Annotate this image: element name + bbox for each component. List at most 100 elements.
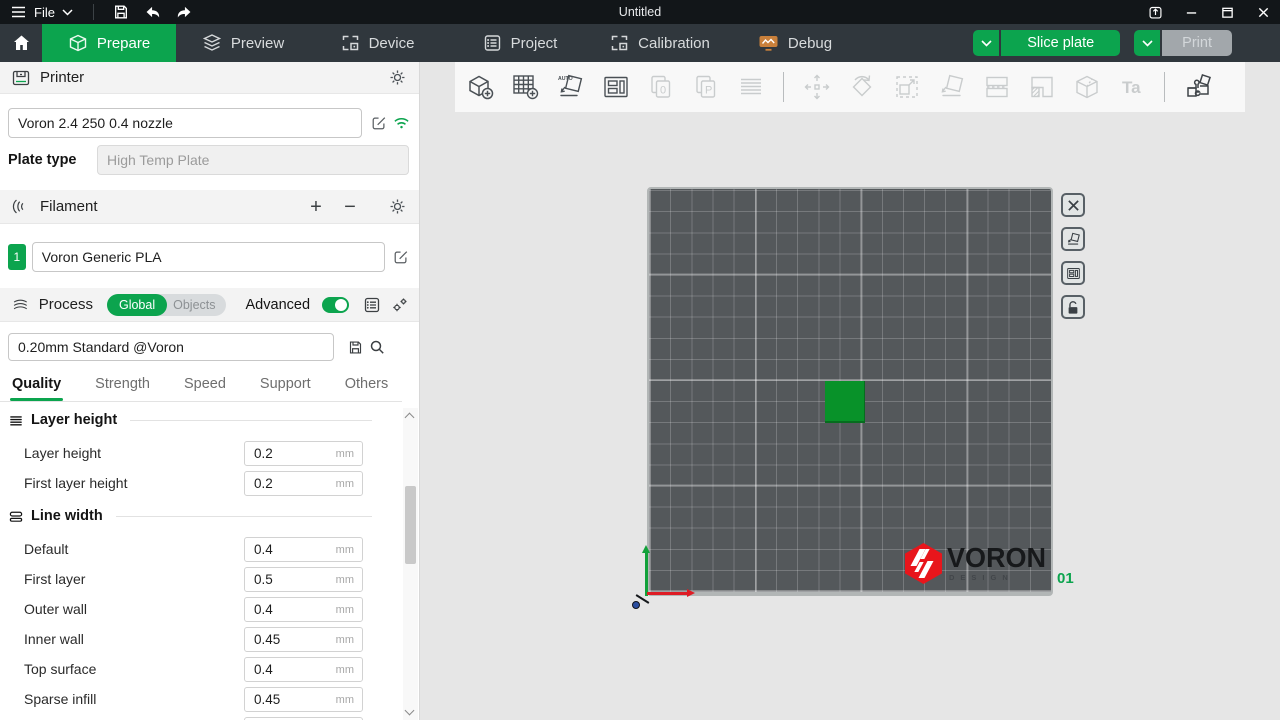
print-button[interactable]: Print bbox=[1162, 30, 1232, 56]
advanced-toggle[interactable] bbox=[322, 297, 349, 313]
redo-button[interactable] bbox=[174, 1, 196, 23]
process-tabs: Quality Strength Speed Support Others bbox=[0, 370, 402, 402]
build-plate[interactable]: VORON DESIGN bbox=[647, 187, 1053, 596]
upload-button[interactable] bbox=[1144, 1, 1166, 23]
add-model-icon bbox=[466, 72, 496, 102]
scroll-down-arrow[interactable] bbox=[405, 706, 415, 716]
printer-section-header: Printer bbox=[0, 62, 420, 94]
process-tab-others[interactable]: Others bbox=[345, 376, 389, 401]
add-model-button[interactable] bbox=[464, 71, 497, 104]
tab-debug[interactable]: Debug bbox=[735, 24, 855, 62]
add-plate-button[interactable] bbox=[509, 71, 542, 104]
tab-prepare[interactable]: Prepare bbox=[42, 24, 176, 62]
printer-connection-button[interactable] bbox=[390, 112, 412, 134]
save-preset-button[interactable] bbox=[344, 336, 366, 358]
printer-settings-button[interactable] bbox=[386, 67, 408, 89]
3d-viewport[interactable]: AUTO 0 P bbox=[421, 62, 1280, 720]
file-menu-button[interactable]: File bbox=[8, 0, 77, 24]
auto-orient-icon: AUTO bbox=[556, 72, 586, 102]
process-settings-button[interactable] bbox=[392, 294, 408, 316]
edit-printer-button[interactable] bbox=[368, 112, 390, 134]
gear-icon bbox=[389, 69, 406, 86]
calibration-icon bbox=[610, 34, 629, 52]
printer-preset-select[interactable]: Voron 2.4 250 0.4 nozzle bbox=[8, 108, 362, 138]
paste-button[interactable]: P bbox=[689, 71, 722, 104]
copy-button[interactable]: 0 bbox=[644, 71, 677, 104]
scroll-up-arrow[interactable] bbox=[405, 413, 415, 423]
plate-type-label: Plate type bbox=[8, 152, 77, 168]
tab-debug-label: Debug bbox=[788, 35, 832, 52]
scrollbar-thumb[interactable] bbox=[405, 486, 416, 564]
line-width-sparse-infill-input[interactable]: 0.45 mm bbox=[244, 687, 363, 712]
delete-plate-button[interactable] bbox=[1061, 193, 1085, 217]
split-to-objects-button[interactable] bbox=[980, 71, 1013, 104]
filament-preset-select[interactable]: Voron Generic PLA bbox=[32, 242, 386, 272]
scope-global-option[interactable]: Global bbox=[107, 294, 167, 316]
close-button[interactable] bbox=[1252, 1, 1274, 23]
param-row: First layer height 0.2 mm bbox=[0, 471, 402, 497]
plate-type-select[interactable]: High Temp Plate bbox=[97, 145, 409, 175]
arrange-plate-button[interactable] bbox=[1061, 261, 1085, 285]
process-tab-support[interactable]: Support bbox=[260, 376, 311, 401]
arrange-plate-icon bbox=[1066, 266, 1081, 281]
process-tab-quality[interactable]: Quality bbox=[12, 376, 61, 401]
process-preset-select[interactable]: 0.20mm Standard @Voron bbox=[8, 333, 334, 361]
scope-objects-option[interactable]: Objects bbox=[167, 298, 225, 312]
undo-button[interactable] bbox=[142, 1, 164, 23]
layer-height-input[interactable]: 0.2 mm bbox=[244, 441, 363, 466]
slice-options-dropdown[interactable] bbox=[973, 30, 999, 56]
lay-flat-button[interactable] bbox=[935, 71, 968, 104]
line-width-default-input[interactable]: 0.4 mm bbox=[244, 537, 363, 562]
filament-settings-button[interactable] bbox=[386, 196, 408, 218]
text-tool-button[interactable]: Ta bbox=[1115, 71, 1148, 104]
auto-orient-plate-button[interactable] bbox=[1061, 227, 1085, 251]
sidebar: Printer Voron 2.4 250 0.4 nozzle Plate t… bbox=[0, 62, 420, 720]
line-width-inner-wall-input[interactable]: 0.45 mm bbox=[244, 627, 363, 652]
auto-orient-button[interactable]: AUTO bbox=[554, 71, 587, 104]
line-width-outer-wall-input[interactable]: 0.4 mm bbox=[244, 597, 363, 622]
process-scope-toggle[interactable]: Global Objects bbox=[107, 294, 226, 316]
edit-filament-button[interactable] bbox=[390, 246, 412, 268]
line-width-top-surface-input[interactable]: 0.4 mm bbox=[244, 657, 363, 682]
file-menu-label: File bbox=[34, 5, 55, 20]
search-preset-button[interactable] bbox=[366, 336, 388, 358]
rotate-button[interactable] bbox=[845, 71, 878, 104]
move-button[interactable] bbox=[800, 71, 833, 104]
model-cube[interactable] bbox=[825, 381, 865, 423]
print-options-dropdown[interactable] bbox=[1134, 30, 1160, 56]
first-layer-height-input[interactable]: 0.2 mm bbox=[244, 471, 363, 496]
variable-layer-height-button[interactable] bbox=[734, 71, 767, 104]
tab-calibration[interactable]: Calibration bbox=[585, 24, 735, 62]
upload-icon bbox=[1148, 5, 1163, 20]
minimize-button[interactable] bbox=[1180, 1, 1202, 23]
slice-plate-button[interactable]: Slice plate bbox=[1001, 30, 1120, 56]
tab-preview[interactable]: Preview bbox=[176, 24, 310, 62]
home-tab[interactable] bbox=[0, 24, 42, 62]
tab-project[interactable]: Project bbox=[455, 24, 585, 62]
filament-spool-icon bbox=[12, 198, 30, 215]
remove-filament-button[interactable]: − bbox=[338, 197, 362, 217]
filament-preset-value: Voron Generic PLA bbox=[42, 249, 162, 265]
process-tab-speed[interactable]: Speed bbox=[184, 376, 226, 401]
search-icon bbox=[369, 339, 385, 355]
svg-text:AUTO: AUTO bbox=[558, 76, 573, 82]
lock-plate-button[interactable] bbox=[1061, 295, 1085, 319]
assembly-view-button[interactable] bbox=[1181, 71, 1214, 104]
split-to-parts-button[interactable] bbox=[1025, 71, 1058, 104]
tab-device[interactable]: Device bbox=[310, 24, 445, 62]
line-width-first-layer-input[interactable]: 0.5 mm bbox=[244, 567, 363, 592]
mesh-boolean-button[interactable] bbox=[1070, 71, 1103, 104]
process-tab-strength[interactable]: Strength bbox=[95, 376, 150, 401]
parameter-list-button[interactable] bbox=[363, 294, 382, 316]
parameters-scrollbar[interactable] bbox=[403, 408, 418, 720]
arrange-button[interactable] bbox=[599, 71, 632, 104]
param-row: Sparse infill 0.45 mm bbox=[0, 687, 402, 713]
y-axis-arrow bbox=[645, 552, 648, 596]
save-button[interactable] bbox=[110, 1, 132, 23]
z-axis-dot bbox=[632, 601, 640, 609]
maximize-button[interactable] bbox=[1216, 1, 1238, 23]
add-filament-button[interactable]: + bbox=[304, 197, 328, 217]
scale-button[interactable] bbox=[890, 71, 923, 104]
undo-icon bbox=[144, 5, 161, 19]
scale-icon bbox=[892, 72, 922, 102]
